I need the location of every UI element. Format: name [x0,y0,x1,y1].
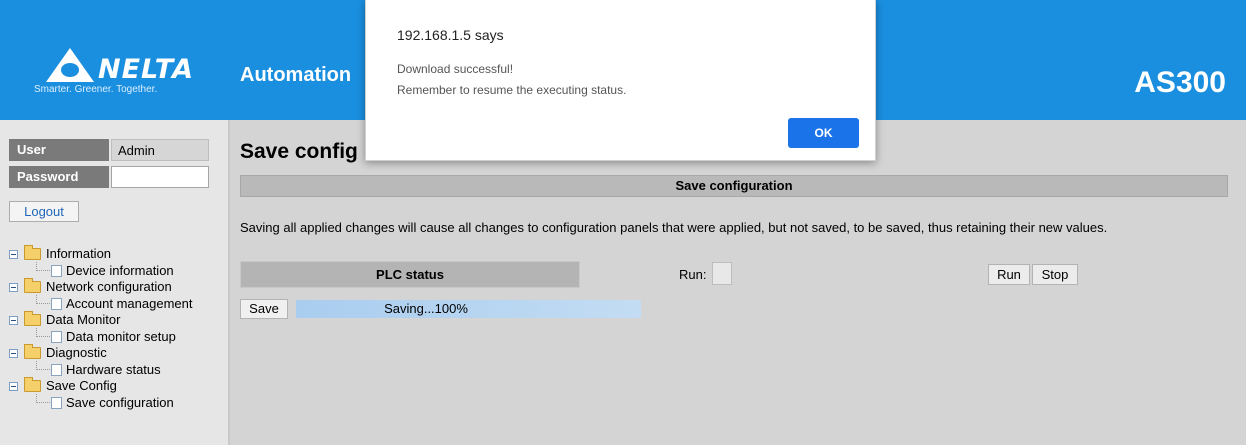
nav-item-label: Diagnostic [46,345,107,360]
password-label: Password [9,166,109,188]
section-title: Save configuration [240,175,1228,197]
page-icon [51,397,62,409]
nav-item-information[interactable]: Information [0,245,230,262]
main-content: Save config Save configuration Saving al… [232,120,1246,445]
collapse-icon[interactable] [9,349,18,358]
model-name: AS300 [1134,66,1226,99]
progress-text: Saving...100% [384,301,468,316]
delta-logo: NELTA Smarter. Greener. Together. [28,48,200,98]
nav-item-label: Device information [66,263,174,278]
nav-item-label: Save configuration [66,395,174,410]
header-title: Automation [240,64,352,86]
logo-tagline: Smarter. Greener. Together. [34,84,158,95]
password-field[interactable] [111,166,209,188]
collapse-icon[interactable] [9,283,18,292]
nav-group-network-configuration: Network configuration Account management [0,278,230,312]
collapse-icon[interactable] [9,316,18,325]
nav-tree: Information Device information Network c… [0,245,230,411]
page-icon [51,364,62,376]
nav-item-network-configuration[interactable]: Network configuration [0,278,230,295]
nav-item-label: Network configuration [46,279,172,294]
nav-item-device-information[interactable]: Device information [0,262,230,279]
tree-connector [36,394,50,403]
page-icon [51,265,62,277]
folder-icon [24,344,41,359]
logout-button[interactable]: Logout [9,201,79,222]
nav-item-account-management[interactable]: Account management [0,295,230,312]
sidebar: User Admin Password Logout Information D… [0,120,230,445]
nav-group-save-config: Save Config Save configuration [0,377,230,411]
alert-dialog: 192.168.1.5 says Download successful! Re… [365,0,876,161]
user-label: User [9,139,109,161]
description-text: Saving all applied changes will cause al… [240,220,1108,235]
tree-connector [36,361,50,370]
run-button[interactable]: Run [988,264,1030,285]
plc-status-label: PLC status [240,261,580,288]
tree-connector [36,262,50,271]
stop-button[interactable]: Stop [1032,264,1078,285]
ok-button[interactable]: OK [788,118,859,148]
nav-group-diagnostic: Diagnostic Hardware status [0,344,230,378]
nav-item-data-monitor-setup[interactable]: Data monitor setup [0,328,230,345]
dialog-message-line1: Download successful! [397,62,514,76]
nav-item-save-config[interactable]: Save Config [0,377,230,394]
dialog-origin: 192.168.1.5 says [397,27,504,43]
folder-icon [24,377,41,392]
run-status-indicator [712,262,732,285]
nav-item-label: Save Config [46,378,117,393]
nav-group-data-monitor: Data Monitor Data monitor setup [0,311,230,345]
dialog-message-line2: Remember to resume the executing status. [397,83,627,97]
nav-item-label: Information [46,246,112,261]
tree-connector [36,295,50,304]
nav-group-information: Information Device information [0,245,230,279]
tree-connector [36,328,50,337]
folder-icon [24,278,41,293]
delta-triangle-icon [46,48,94,82]
nav-item-save-configuration[interactable]: Save configuration [0,394,230,411]
save-button[interactable]: Save [240,299,288,319]
nav-item-label: Hardware status [66,362,161,377]
nav-item-label: Account management [66,296,193,311]
page-icon [51,298,62,310]
nav-item-diagnostic[interactable]: Diagnostic [0,344,230,361]
user-value: Admin [111,139,209,161]
nav-item-label: Data Monitor [46,312,121,327]
page-icon [51,331,62,343]
nav-item-hardware-status[interactable]: Hardware status [0,361,230,378]
collapse-icon[interactable] [9,250,18,259]
nav-item-data-monitor[interactable]: Data Monitor [0,311,230,328]
logo-wordmark: NELTA [98,54,194,85]
folder-icon [24,245,41,260]
page-title: Save config [240,140,358,163]
nav-item-label: Data monitor setup [66,329,176,344]
run-label: Run: [679,267,707,282]
collapse-icon[interactable] [9,382,18,391]
save-progress-bar: Saving...100% [296,300,641,318]
folder-icon [24,311,41,326]
